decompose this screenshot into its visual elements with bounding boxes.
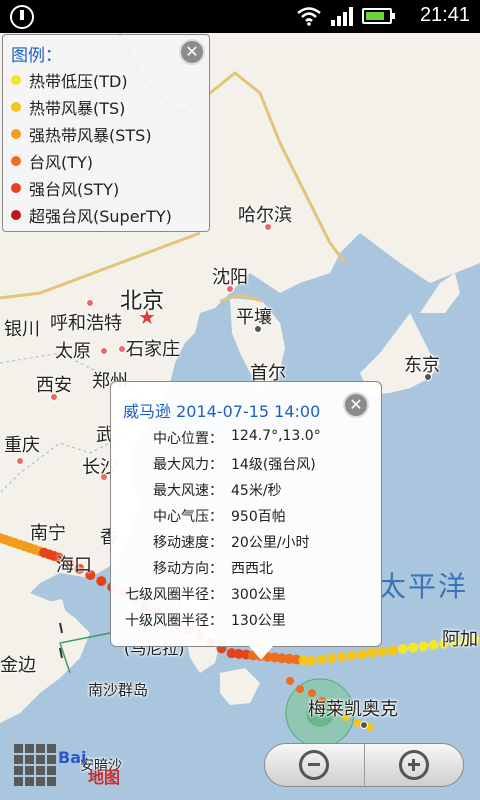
city-dot xyxy=(118,345,126,353)
popup-row-value: 西西北 xyxy=(231,561,273,577)
zoom-in-button[interactable] xyxy=(365,744,464,786)
popup-row-value: 130公里 xyxy=(231,613,286,629)
city-dot xyxy=(86,299,94,307)
legend-color-dot xyxy=(11,155,21,166)
clock: 21:41 xyxy=(419,4,470,26)
popup-row-label: 中心位置： xyxy=(153,431,223,447)
city-dot xyxy=(226,285,234,293)
city-hohhot: 呼和浩特 xyxy=(50,313,122,334)
layers-grid-button[interactable] xyxy=(14,744,56,786)
popup-row-label: 最大风速： xyxy=(153,483,223,499)
popup-row-label: 七级风圈半径： xyxy=(125,587,223,603)
city-dot xyxy=(16,457,24,465)
popup-row-value: 14级(强台风) xyxy=(231,457,316,473)
baidu-map-logo: 地图 xyxy=(88,768,121,787)
legend-label: 强热带风暴(STS) xyxy=(29,125,152,145)
city-chongqing: 重庆 xyxy=(4,435,40,456)
legend-item: 强热带风暴(STS) xyxy=(11,120,201,147)
popup-row-value: 300公里 xyxy=(231,587,286,603)
city-jinbian: 金边 xyxy=(0,655,36,676)
track-point[interactable] xyxy=(397,643,408,654)
legend-panel: 图例： 热带低压(TD) 热带风暴(TS) 强热带风暴(STS) 台风(TY) 强台风(… xyxy=(2,34,210,232)
popup-row-label: 中心气压： xyxy=(153,509,223,525)
popup-row-value: 45米/秒 xyxy=(231,483,282,499)
city-pyongyang: 平壤 xyxy=(236,307,272,328)
track-point[interactable] xyxy=(336,651,347,662)
baidu-logo: Bai xyxy=(58,748,87,767)
legend-color-dot xyxy=(11,209,21,220)
city-dot xyxy=(264,223,272,231)
zoom-controls xyxy=(264,743,464,787)
city-dot xyxy=(424,373,432,381)
status-icons xyxy=(296,6,395,26)
zoom-out-button[interactable] xyxy=(265,744,365,786)
status-bar: 21:41 xyxy=(0,0,480,33)
wifi-icon xyxy=(297,7,321,26)
legend-color-dot xyxy=(11,74,21,85)
typhoon-info-popup: 威马逊 2014-07-15 14:00 ✕ 中心位置： 124.7°,13.0°… xyxy=(110,381,382,660)
popup-title: 威马逊 2014-07-15 14:00 xyxy=(123,402,321,421)
city-nansha: 南沙群岛 xyxy=(88,681,149,699)
legend-label: 热带风暴(TS) xyxy=(29,98,126,118)
legend-label: 台风(TY) xyxy=(29,152,94,172)
track-point[interactable] xyxy=(408,642,419,653)
city-dot xyxy=(100,473,108,481)
legend-label: 超强台风(SuperTY) xyxy=(29,206,172,226)
legend-label: 强台风(STY) xyxy=(29,179,120,199)
legend-item: 热带低压(TD) xyxy=(11,66,201,93)
legend-close-button[interactable]: ✕ xyxy=(179,39,205,65)
city-haikou: 海口 xyxy=(56,555,92,576)
city-yinchuan: 银川 xyxy=(4,319,40,340)
city-nanning: 南宁 xyxy=(30,523,66,544)
popup-close-button[interactable]: ✕ xyxy=(343,392,369,418)
popup-row-label: 移动速度： xyxy=(153,535,223,551)
city-dot xyxy=(100,347,108,355)
city-taiyuan: 太原 xyxy=(55,341,91,362)
city-palau: 梅莱凯奥克 xyxy=(308,699,398,720)
track-point[interactable] xyxy=(418,641,429,652)
download-icon xyxy=(10,5,34,29)
zoom-out-icon xyxy=(299,750,330,780)
legend-item: 超强台风(SuperTY) xyxy=(11,201,201,228)
track-point[interactable] xyxy=(316,654,327,665)
city-aga: 阿加 xyxy=(442,629,478,650)
popup-row-value: 950百帕 xyxy=(231,509,286,525)
legend-color-dot xyxy=(11,182,21,193)
city-dot xyxy=(50,393,58,401)
track-point[interactable] xyxy=(346,650,357,661)
legend-title: 图例： xyxy=(11,46,62,66)
track-point[interactable] xyxy=(96,576,107,587)
track-point[interactable] xyxy=(377,646,388,657)
popup-row-value: 124.7°,13.0° xyxy=(231,428,321,444)
track-point[interactable] xyxy=(357,649,368,660)
legend-color-dot xyxy=(11,128,21,139)
legend-color-dot xyxy=(11,101,21,112)
city-tokyo: 东京 xyxy=(404,355,440,376)
track-point[interactable] xyxy=(296,685,304,693)
capital-star-icon: ★ xyxy=(138,305,156,329)
popup-row-label: 十级风圈半径： xyxy=(125,613,223,629)
popup-row-value: 20公里/小时 xyxy=(231,535,310,551)
battery-icon xyxy=(362,8,395,24)
legend-label: 热带低压(TD) xyxy=(29,71,128,91)
city-dot xyxy=(254,325,262,333)
zoom-in-icon xyxy=(398,750,429,780)
popup-row-label: 最大风力： xyxy=(153,457,223,473)
legend-item: 热带风暴(TS) xyxy=(11,93,201,120)
track-point[interactable] xyxy=(326,653,337,664)
track-point[interactable] xyxy=(306,655,317,666)
track-point[interactable] xyxy=(428,640,439,651)
city-dot xyxy=(360,721,368,729)
sea-label: 太平洋 xyxy=(378,570,469,603)
legend-list: 热带低压(TD) 热带风暴(TS) 强热带风暴(STS) 台风(TY) 强台风(STY)… xyxy=(11,66,201,228)
legend-item: 强台风(STY) xyxy=(11,174,201,201)
track-point[interactable] xyxy=(286,677,294,685)
signal-icon xyxy=(331,7,353,26)
city-shijiazhuang: 石家庄 xyxy=(126,339,180,360)
track-point[interactable] xyxy=(387,645,398,656)
legend-item: 台风(TY) xyxy=(11,147,201,174)
track-point[interactable] xyxy=(367,647,378,658)
popup-row-label: 移动方向： xyxy=(153,561,223,577)
